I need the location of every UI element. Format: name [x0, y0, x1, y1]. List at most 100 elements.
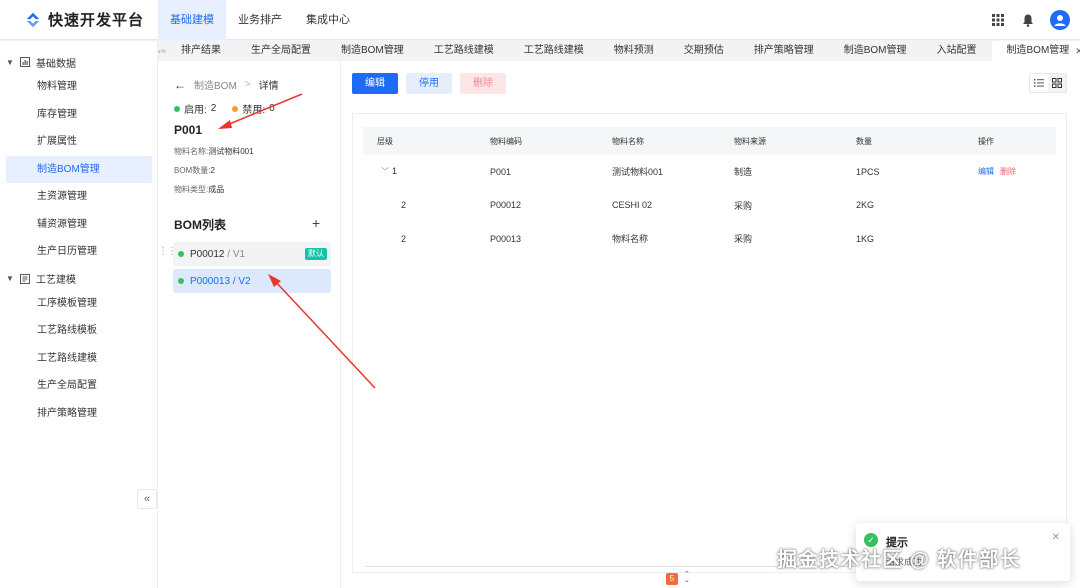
app-logo[interactable]: 快速开发平台	[0, 0, 158, 40]
back-arrow-icon[interactable]: ←	[174, 78, 186, 92]
tab-delivery-estimate[interactable]: 交期预估	[669, 41, 739, 61]
bom-list-item[interactable]: P00012 / V1 默认	[173, 242, 331, 266]
disable-button[interactable]: 停用	[406, 73, 452, 94]
field-material-type: 物料类型:成品	[174, 184, 224, 195]
field-label: 物料类型:	[174, 185, 209, 194]
sidebar-item-bom[interactable]: 制造BOM管理	[6, 155, 152, 183]
sidebar-item-route-template[interactable]: 工艺路线模板	[0, 317, 157, 345]
tab-bom-active[interactable]: 制造BOM管理 ✕	[991, 41, 1080, 61]
caret-down-icon: ▼	[6, 274, 14, 283]
topnav-item-integration[interactable]: 集成中心	[294, 0, 362, 40]
cell-level: 2	[401, 233, 407, 244]
tab-strategy[interactable]: 排产策略管理	[739, 41, 829, 61]
close-icon[interactable]: ✕	[1075, 41, 1080, 61]
tab-label: 制造BOM管理	[1006, 45, 1070, 56]
grid-view-icon[interactable]	[1048, 74, 1066, 92]
field-label: BOM数量:	[174, 166, 211, 175]
header-source: 物料来源	[734, 136, 766, 146]
table-row[interactable]: 2 P00012 CESHI 02 采购 2KG	[363, 189, 1056, 223]
collapse-sidebar-icon[interactable]: «	[137, 489, 157, 509]
field-material-name: 物料名称:测试物料001	[174, 146, 254, 157]
sidebar-item-material[interactable]: 物料管理	[0, 73, 157, 101]
field-label: 物料名称:	[174, 147, 209, 156]
sidebar-group-process[interactable]: ▼ 工艺建模	[0, 268, 157, 290]
bom-item-code: P00012	[190, 248, 225, 260]
tab-bar: ‹ ≈ 排产结果 生产全局配置 制造BOM管理 工艺路线建模 工艺路线建模 物料…	[158, 41, 1080, 61]
header-level: 层级	[377, 136, 393, 146]
tab-inbound-config[interactable]: 入站配置	[922, 41, 992, 61]
cell-qty: 2KG	[856, 200, 875, 211]
top-header: 快速开发平台 基础建模 业务排产 集成中心	[0, 0, 1080, 40]
sidebar-item-aux-resource[interactable]: 辅资源管理	[0, 211, 157, 239]
bom-table: 层级 物料编码 物料名称 物料来源 数量 操作 ﹀ 1 P001 测试物料001 …	[363, 127, 1056, 256]
toolbar: 编辑 停用 删除	[352, 73, 506, 94]
enabled-label: 启用:	[184, 105, 207, 116]
app-title: 快速开发平台	[48, 12, 145, 29]
table-row[interactable]: 2 P00013 物料名称 采购 1KG	[363, 222, 1056, 256]
logo-icon	[26, 12, 40, 27]
apps-grid-icon[interactable]	[990, 12, 1006, 28]
annotation-arrow-icon	[218, 93, 303, 129]
topnav-item-modeling[interactable]: 基础建模	[158, 0, 226, 40]
bom-item-code: P000013	[190, 275, 231, 287]
field-value: 测试物料001	[208, 147, 254, 156]
row-delete-link[interactable]: 删除	[1000, 167, 1016, 176]
cell-source: 采购	[734, 234, 753, 245]
sidebar-item-extend-attr[interactable]: 扩展属性	[0, 128, 157, 156]
cell-code: P00012	[490, 200, 522, 211]
topnav-item-scheduling[interactable]: 业务排产	[226, 0, 294, 40]
enabled-dot-icon	[174, 105, 180, 112]
chart-icon	[20, 57, 30, 67]
sidebar-item-inventory[interactable]: 库存管理	[0, 101, 157, 129]
status-dot-icon	[178, 278, 184, 284]
sidebar-item-route-model[interactable]: 工艺路线建模	[0, 345, 157, 373]
bom-item-version: / V1	[224, 248, 246, 260]
tab-route-model-2[interactable]: 工艺路线建模	[509, 41, 599, 61]
tab-material-forecast[interactable]: 物料预测	[599, 41, 669, 61]
sidebar-item-main-resource[interactable]: 主资源管理	[0, 183, 157, 211]
edit-button[interactable]: 编辑	[352, 73, 398, 94]
header-qty: 数量	[856, 136, 872, 146]
chevron-down-icon[interactable]: ﹀	[381, 167, 389, 176]
sidebar-item-calendar[interactable]: 生产日历管理	[0, 238, 157, 266]
expand-icon[interactable]: ⌃ ⌄	[684, 571, 690, 584]
sidebar-item-global-config[interactable]: 生产全局配置	[0, 372, 157, 400]
field-bom-count: BOM数量:2	[174, 165, 215, 176]
table-row[interactable]: ﹀ 1 P001 测试物料001 制造 1PCS 编辑 删除	[363, 155, 1056, 189]
add-bom-icon[interactable]: +	[312, 215, 320, 231]
tab-global-config[interactable]: 生产全局配置	[236, 41, 326, 61]
watermark-text: 掘金技术社区 @ 软件部长	[777, 549, 1021, 571]
process-icon	[20, 273, 30, 284]
list-view-icon[interactable]	[1030, 74, 1048, 92]
sidebar-item-strategy[interactable]: 排产策略管理	[0, 400, 157, 428]
bell-icon[interactable]	[1020, 12, 1036, 28]
tab-route-model[interactable]: 工艺路线建模	[419, 41, 509, 61]
bom-item-version: / V2	[230, 275, 251, 287]
cell-name: 测试物料001	[612, 167, 664, 178]
sidebar-group-label: 工艺建模	[36, 275, 76, 286]
caret-down-icon: ▼	[6, 57, 14, 67]
html5-icon[interactable]: 5	[666, 573, 678, 585]
cell-qty: 1KG	[856, 233, 875, 244]
row-edit-link[interactable]: 编辑	[978, 167, 994, 176]
sidebar-group-basic-data[interactable]: ▼ 基础数据	[0, 51, 157, 73]
tab-bom[interactable]: 制造BOM管理	[326, 41, 419, 61]
bom-code: P001	[174, 123, 203, 137]
tab-schedule-result[interactable]: 排产结果	[166, 41, 236, 61]
top-nav: 基础建模 业务排产 集成中心	[158, 0, 362, 40]
status-dot-icon	[178, 251, 184, 257]
cell-code: P00013	[490, 233, 522, 244]
cell-code: P001	[490, 166, 512, 177]
user-avatar[interactable]	[1050, 10, 1070, 30]
breadcrumb-separator: >	[244, 79, 251, 90]
bom-list-title: BOM列表	[174, 218, 226, 232]
cell-source: 采购	[734, 200, 753, 211]
annotation-arrow-icon	[268, 274, 376, 389]
close-icon[interactable]: ✕	[1052, 532, 1060, 543]
tab-bom-2[interactable]: 制造BOM管理	[829, 41, 922, 61]
sidebar-item-op-template[interactable]: 工序模板管理	[0, 290, 157, 318]
view-toggle	[1029, 73, 1067, 93]
table-container: 层级 物料编码 物料名称 物料来源 数量 操作 ﹀ 1 P001 测试物料001 …	[352, 113, 1067, 573]
header-code: 物料编码	[490, 136, 522, 146]
delete-button[interactable]: 删除	[460, 73, 506, 94]
